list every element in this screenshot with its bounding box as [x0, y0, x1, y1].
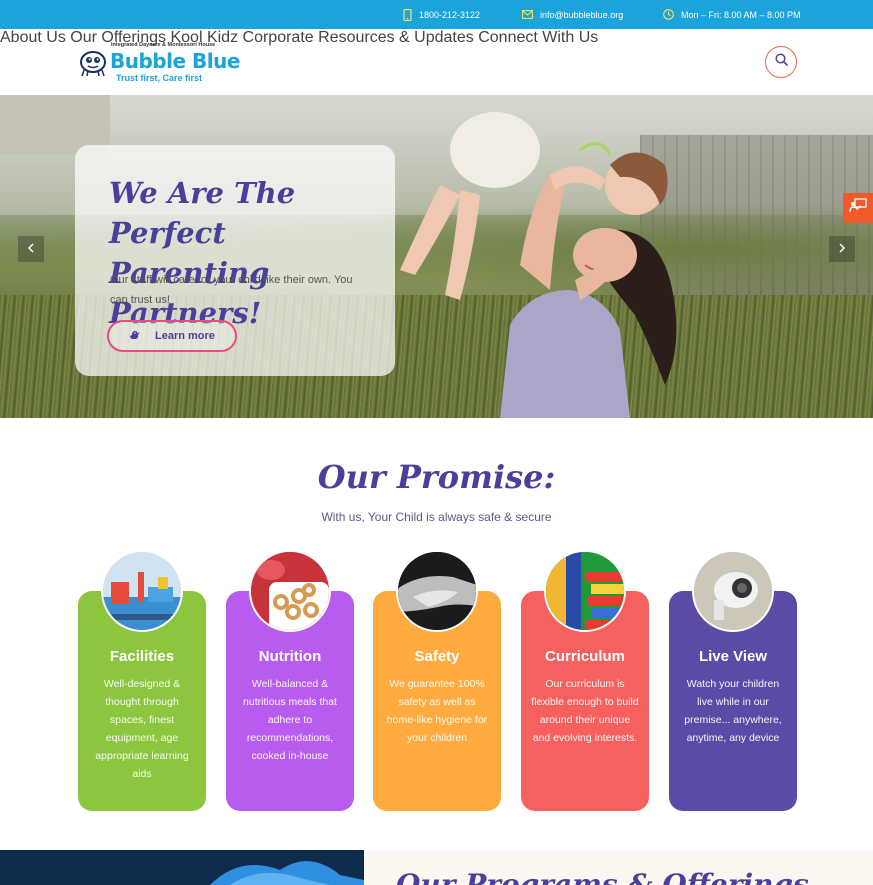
- phone-contact[interactable]: 1800-212-3122: [403, 0, 480, 29]
- nutrition-photo: [249, 550, 331, 632]
- hours-text: Mon – Fri: 8.00 AM – 8.00 PM: [681, 9, 801, 20]
- hero-card: We Are The Perfect Parenting Partners! O…: [75, 145, 395, 376]
- duck-icon: [129, 329, 143, 344]
- hero-text: Our staff will care for your child like …: [110, 274, 353, 306]
- nav-corporate[interactable]: Corporate: [243, 29, 314, 46]
- hero-next-button[interactable]: [829, 236, 855, 262]
- card-description: Watch your children live while in our pr…: [684, 678, 782, 744]
- card-title: Live View: [698, 648, 768, 665]
- card-description: Well-designed & thought through spaces, …: [95, 678, 189, 780]
- card-title: Facilities: [109, 648, 175, 665]
- phone-icon: [403, 8, 412, 21]
- clock-icon: [663, 9, 674, 20]
- email-address: info@bubbleblue.org: [540, 9, 624, 20]
- safety-photo: [396, 550, 478, 632]
- office-hours: Mon – Fri: 8.00 AM – 8.00 PM: [663, 0, 801, 29]
- top-bar: 1800-212-3122 info@bubbleblue.org Mon – …: [0, 0, 873, 29]
- card-title: Safety: [414, 648, 460, 665]
- chevron-left-icon: [27, 242, 35, 256]
- presentation-icon: [849, 198, 867, 218]
- logo-top-tagline: Integrated Daycare & Montessori House: [111, 42, 216, 48]
- learn-more-button[interactable]: Learn more: [107, 320, 237, 352]
- card-title: Curriculum: [544, 648, 625, 665]
- side-contact-tab[interactable]: [843, 193, 873, 223]
- nav-resources-updates[interactable]: Resources & Updates: [318, 29, 474, 46]
- hero-prev-button[interactable]: [18, 236, 44, 262]
- promise-subtitle: With us, Your Child is always safe & sec…: [321, 510, 552, 524]
- facilities-photo: [101, 550, 183, 632]
- learn-more-label: Learn more: [155, 330, 215, 342]
- mother-baby-image: [400, 112, 677, 418]
- promise-title: Our Promise:: [317, 458, 556, 496]
- programs-image: [0, 850, 364, 885]
- logo-tagline: Trust first, Care first: [116, 73, 203, 83]
- mail-icon: [522, 10, 533, 19]
- card-description: We guarantee 100% safety as well as home…: [386, 678, 488, 744]
- bubble-mascot-icon: [78, 47, 108, 82]
- programs-heading: Our Programs & Offerings: [396, 868, 809, 885]
- card-description: Our curriculum is flexible enough to bui…: [531, 678, 639, 744]
- nav-connect-with-us[interactable]: Connect With Us: [478, 29, 598, 46]
- chevron-right-icon: [838, 242, 846, 256]
- nav-about-us[interactable]: About Us: [0, 29, 66, 46]
- logo[interactable]: Integrated Daycare & Montessori House Bu…: [78, 41, 240, 85]
- card-title: Nutrition: [258, 648, 322, 665]
- card-description: Well-balanced & nutritious meals that ad…: [243, 678, 337, 762]
- phone-number: 1800-212-3122: [419, 9, 481, 20]
- site-header: Integrated Daycare & Montessori House Bu…: [0, 29, 873, 95]
- email-contact[interactable]: info@bubbleblue.org: [522, 0, 623, 29]
- logo-brand: Bubble Blue: [110, 49, 240, 73]
- search-button[interactable]: [765, 46, 797, 78]
- live-view-photo: [692, 550, 774, 632]
- programs-section: Our Programs & Offerings: [364, 850, 873, 885]
- curriculum-photo: [544, 550, 626, 632]
- hero-banner: We Are The Perfect Parenting Partners! O…: [0, 95, 873, 418]
- search-icon: [774, 53, 788, 71]
